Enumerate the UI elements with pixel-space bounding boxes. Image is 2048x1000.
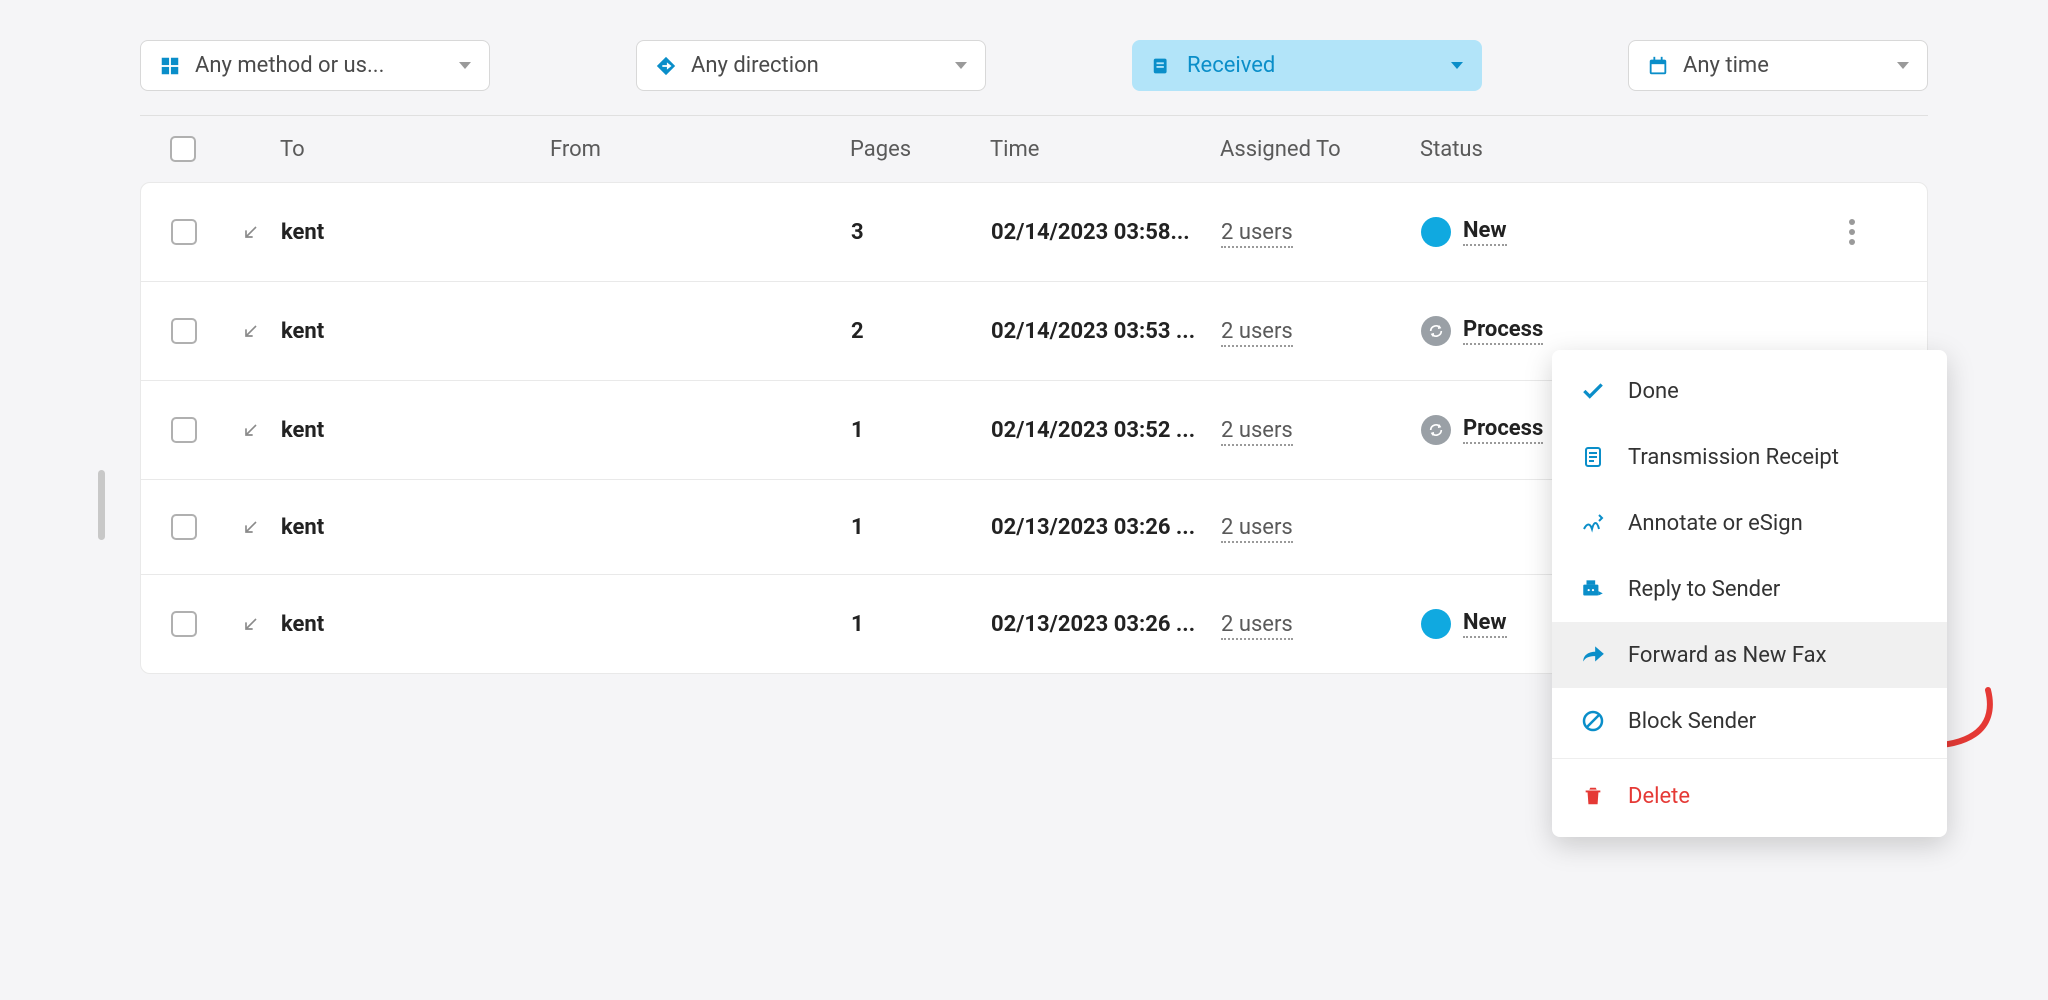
cell-assigned[interactable]: 2 users xyxy=(1221,612,1293,640)
menu-done[interactable]: Done xyxy=(1552,358,1947,424)
filter-direction-label: Any direction xyxy=(691,53,941,78)
table-header: To From Pages Time Assigned To Status xyxy=(140,116,1928,182)
cell-time: 02/13/2023 03:26 ... xyxy=(991,515,1221,540)
status-text: New xyxy=(1463,218,1507,246)
trash-icon xyxy=(1580,783,1606,809)
cell-pages: 1 xyxy=(851,515,991,540)
scroll-handle[interactable] xyxy=(98,470,105,540)
menu-label: Reply to Sender xyxy=(1628,577,1780,602)
filter-method[interactable]: Any method or us... xyxy=(140,40,490,91)
row-checkbox[interactable] xyxy=(171,611,197,637)
menu-label: Transmission Receipt xyxy=(1628,445,1839,470)
fax-reply-icon xyxy=(1580,576,1606,602)
incoming-arrow-icon xyxy=(241,222,281,242)
status-text: New xyxy=(1463,610,1507,638)
menu-label: Annotate or eSign xyxy=(1628,511,1803,536)
status-dot-icon xyxy=(1421,217,1451,247)
cell-status[interactable]: New xyxy=(1421,217,1837,247)
menu-label: Done xyxy=(1628,379,1679,404)
cell-time: 02/13/2023 03:26 ... xyxy=(991,612,1221,637)
calendar-icon xyxy=(1647,55,1669,77)
cell-pages: 1 xyxy=(851,418,991,443)
cell-time: 02/14/2023 03:53 ... xyxy=(991,319,1221,344)
row-checkbox[interactable] xyxy=(171,417,197,443)
chevron-down-icon xyxy=(955,62,967,69)
direction-icon xyxy=(655,55,677,77)
check-icon xyxy=(1580,378,1606,404)
forward-icon xyxy=(1580,642,1606,668)
menu-annotate[interactable]: Annotate or eSign xyxy=(1552,490,1947,556)
cell-to: kent xyxy=(281,319,551,344)
incoming-arrow-icon xyxy=(241,321,281,341)
cell-to: kent xyxy=(281,418,551,443)
filter-direction[interactable]: Any direction xyxy=(636,40,986,91)
row-checkbox[interactable] xyxy=(171,219,197,245)
cell-pages: 2 xyxy=(851,319,991,344)
row-context-menu: Done Transmission Receipt Annotate or eS… xyxy=(1552,350,1947,837)
row-checkbox[interactable] xyxy=(171,514,197,540)
cell-status[interactable]: Process xyxy=(1421,316,1837,346)
cell-pages: 3 xyxy=(851,220,991,245)
cell-assigned[interactable]: 2 users xyxy=(1221,515,1293,543)
menu-transmission-receipt[interactable]: Transmission Receipt xyxy=(1552,424,1947,490)
row-checkbox[interactable] xyxy=(171,318,197,344)
incoming-arrow-icon xyxy=(241,517,281,537)
col-to: To xyxy=(280,137,550,162)
cell-to: kent xyxy=(281,612,551,637)
menu-delete[interactable]: Delete xyxy=(1552,763,1947,829)
menu-reply[interactable]: Reply to Sender xyxy=(1552,556,1947,622)
filter-time[interactable]: Any time xyxy=(1628,40,1928,91)
filter-status-label: Received xyxy=(1187,53,1437,78)
chevron-down-icon xyxy=(1451,62,1463,69)
table-row[interactable]: kent 3 02/14/2023 03:58... 2 users New xyxy=(141,183,1927,282)
incoming-arrow-icon xyxy=(241,420,281,440)
block-icon xyxy=(1580,708,1606,734)
cell-assigned[interactable]: 2 users xyxy=(1221,418,1293,446)
cell-assigned[interactable]: 2 users xyxy=(1221,319,1293,347)
filter-bar: Any method or us... Any direction Receiv… xyxy=(140,40,1928,116)
row-more-button[interactable] xyxy=(1837,217,1867,247)
menu-forward[interactable]: Forward as New Fax xyxy=(1552,622,1947,688)
cell-pages: 1 xyxy=(851,612,991,637)
col-time: Time xyxy=(990,137,1220,162)
cell-to: kent xyxy=(281,220,551,245)
filter-time-label: Any time xyxy=(1683,53,1883,78)
select-all-checkbox[interactable] xyxy=(170,136,196,162)
chevron-down-icon xyxy=(1897,62,1909,69)
menu-label: Delete xyxy=(1628,784,1690,809)
list-icon xyxy=(1151,55,1173,77)
grid-icon xyxy=(159,55,181,77)
status-dot-icon xyxy=(1421,316,1451,346)
status-text: Process xyxy=(1463,317,1543,345)
col-pages: Pages xyxy=(850,137,990,162)
menu-label: Block Sender xyxy=(1628,709,1756,734)
menu-label: Forward as New Fax xyxy=(1628,643,1827,668)
status-dot-icon xyxy=(1421,415,1451,445)
col-assigned: Assigned To xyxy=(1220,137,1420,162)
col-status: Status xyxy=(1420,137,1838,162)
status-dot-icon xyxy=(1421,609,1451,639)
cell-to: kent xyxy=(281,515,551,540)
cell-assigned[interactable]: 2 users xyxy=(1221,220,1293,248)
cell-time: 02/14/2023 03:52 ... xyxy=(991,418,1221,443)
col-from: From xyxy=(550,137,850,162)
sign-icon xyxy=(1580,510,1606,536)
chevron-down-icon xyxy=(459,62,471,69)
status-text: Process xyxy=(1463,416,1543,444)
filter-status[interactable]: Received xyxy=(1132,40,1482,91)
filter-method-label: Any method or us... xyxy=(195,53,445,78)
cell-time: 02/14/2023 03:58... xyxy=(991,220,1221,245)
document-icon xyxy=(1580,444,1606,470)
menu-block[interactable]: Block Sender xyxy=(1552,688,1947,754)
incoming-arrow-icon xyxy=(241,614,281,634)
menu-separator xyxy=(1552,758,1947,759)
